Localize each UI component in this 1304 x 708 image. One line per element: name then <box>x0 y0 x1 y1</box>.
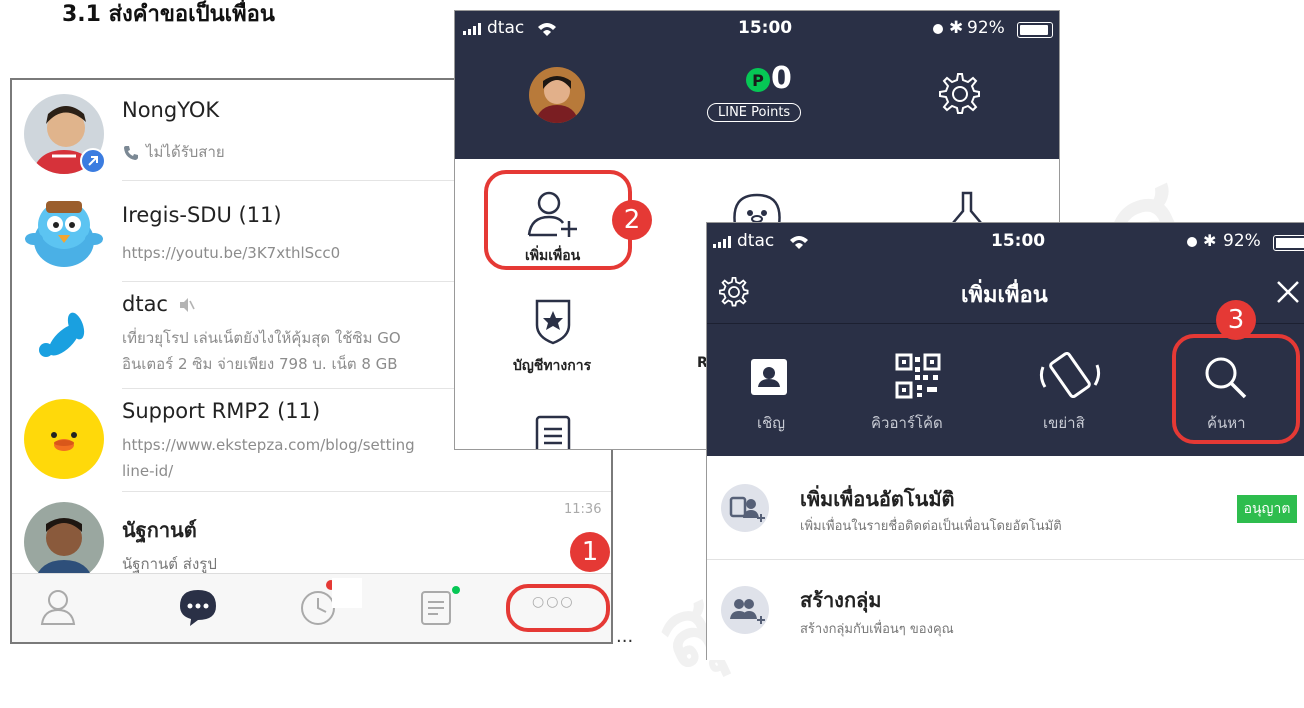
chat-name: Iregis-SDU (11) <box>122 203 282 227</box>
chat-message: อินเตอร์ 2 ซิม จ่ายเพียง 798 บ. เน็ต 8 G… <box>122 355 398 373</box>
close-icon[interactable] <box>1275 279 1301 305</box>
chat-time: 11:36 <box>564 502 602 517</box>
step-badge-3: 3 <box>1216 300 1256 340</box>
news-icon[interactable] <box>533 415 573 450</box>
avatar <box>24 399 104 479</box>
alarm-icon <box>1187 237 1197 247</box>
chat-item[interactable]: นัฐกานต์ นัฐกานต์ ส่งรูป 11:36 <box>12 492 611 582</box>
option-qr-label[interactable]: คิวอาร์โค้ด <box>871 411 943 435</box>
points-value: 0 <box>771 61 792 96</box>
carrier: dtac <box>487 18 525 38</box>
signal-icon <box>463 23 481 35</box>
section-heading: 3.1 ส่งคำขอเป็นเพื่อน <box>62 2 275 27</box>
battery-icon <box>1273 235 1304 251</box>
settings-gear-icon[interactable] <box>939 73 981 115</box>
chat-name: นัฐกานต์ <box>122 518 197 542</box>
carrier: dtac <box>737 231 775 251</box>
qr-code-icon[interactable] <box>895 353 941 399</box>
allow-button[interactable]: อนุญาต <box>1237 495 1297 523</box>
auto-add-icon <box>721 484 769 532</box>
chat-message: https://youtu.be/3K7xthlScc0 <box>122 244 341 262</box>
chat-name: dtac <box>122 292 168 316</box>
line-points-label[interactable]: LINE Points <box>707 103 802 122</box>
chat-name: Support RMP2 (11) <box>122 399 321 423</box>
step-badge-1: 1 <box>570 532 610 572</box>
ellipsis: ... <box>616 626 634 647</box>
chat-message: line-id/ <box>122 462 174 480</box>
wifi-icon <box>790 236 808 249</box>
option-shake-label[interactable]: เขย่าสิ <box>1043 411 1085 435</box>
bluetooth-icon: ✱ <box>949 18 964 38</box>
create-group-subtitle: สร้างกลุ่มกับเพื่อนๆ ของคุณ <box>800 622 954 637</box>
create-group-icon <box>721 586 769 634</box>
alarm-icon <box>933 24 943 34</box>
signal-icon <box>713 236 731 248</box>
option-invite-label[interactable]: เชิญ <box>757 411 785 435</box>
avatar <box>24 191 104 271</box>
chat-message: https://www.ekstepza.com/blog/setting <box>122 436 415 454</box>
pin-badge-icon <box>80 148 106 174</box>
chat-message: เที่ยวยุโรป เล่นเน็ตยังไงให้คุ้มสุด ใช้ซ… <box>122 329 401 347</box>
auto-add-title: เพิ่มเพื่อนอัตโนมัติ <box>800 487 955 511</box>
step-badge-2: 2 <box>612 200 652 240</box>
screen-title: เพิ่มเพื่อน <box>961 283 1048 308</box>
annotation-ring-search <box>1172 334 1300 444</box>
news-dot <box>452 586 460 594</box>
chat-message: ไม่ได้รับสาย <box>146 143 225 161</box>
clock: 15:00 <box>738 18 793 38</box>
profile-header: P 0 LINE Points <box>455 47 1059 159</box>
profile-avatar[interactable] <box>529 67 585 123</box>
avatar <box>24 502 104 582</box>
phone-icon <box>124 146 138 160</box>
friends-tab-icon[interactable] <box>36 586 80 630</box>
annotation-ring-more <box>506 584 610 632</box>
battery-text: 92% <box>967 18 1005 38</box>
avatar <box>24 292 104 372</box>
line-points-icon: P <box>746 68 770 92</box>
auto-add-subtitle: เพิ่มเพื่อนในรายชื่อติดต่อเป็นเพื่อนโดยอ… <box>800 519 1062 534</box>
battery-text: 92% <box>1223 231 1261 251</box>
invite-contact-icon[interactable] <box>747 355 791 399</box>
divider <box>707 323 1304 324</box>
chat-name: NongYOK <box>122 98 220 122</box>
clock: 15:00 <box>991 231 1046 251</box>
chats-tab-icon[interactable] <box>176 586 220 630</box>
official-accounts-label[interactable]: บัญชีทางการ <box>513 355 591 377</box>
official-account-icon[interactable] <box>531 297 575 345</box>
settings-gear-icon[interactable] <box>719 277 749 307</box>
status-bar: dtac 15:00 ✱ 92% <box>455 11 1059 47</box>
create-group-row[interactable]: สร้างกลุ่ม สร้างกลุ่มกับเพื่อนๆ ของคุณ <box>707 560 1304 660</box>
battery-icon <box>1017 22 1053 38</box>
news-tab-icon[interactable] <box>414 586 458 630</box>
mute-icon <box>180 298 195 312</box>
shake-phone-icon[interactable] <box>1037 347 1103 405</box>
wifi-icon <box>538 23 556 36</box>
auto-add-friends-row[interactable]: เพิ่มเพื่อนอัตโนมัติ เพิ่มเพื่อนในรายชื่… <box>707 457 1304 559</box>
annotation-ring-add-friend <box>484 170 632 270</box>
redaction-box <box>332 578 362 608</box>
create-group-title: สร้างกลุ่ม <box>800 588 882 612</box>
svg-text:P: P <box>752 71 764 90</box>
bluetooth-icon: ✱ <box>1203 231 1217 250</box>
